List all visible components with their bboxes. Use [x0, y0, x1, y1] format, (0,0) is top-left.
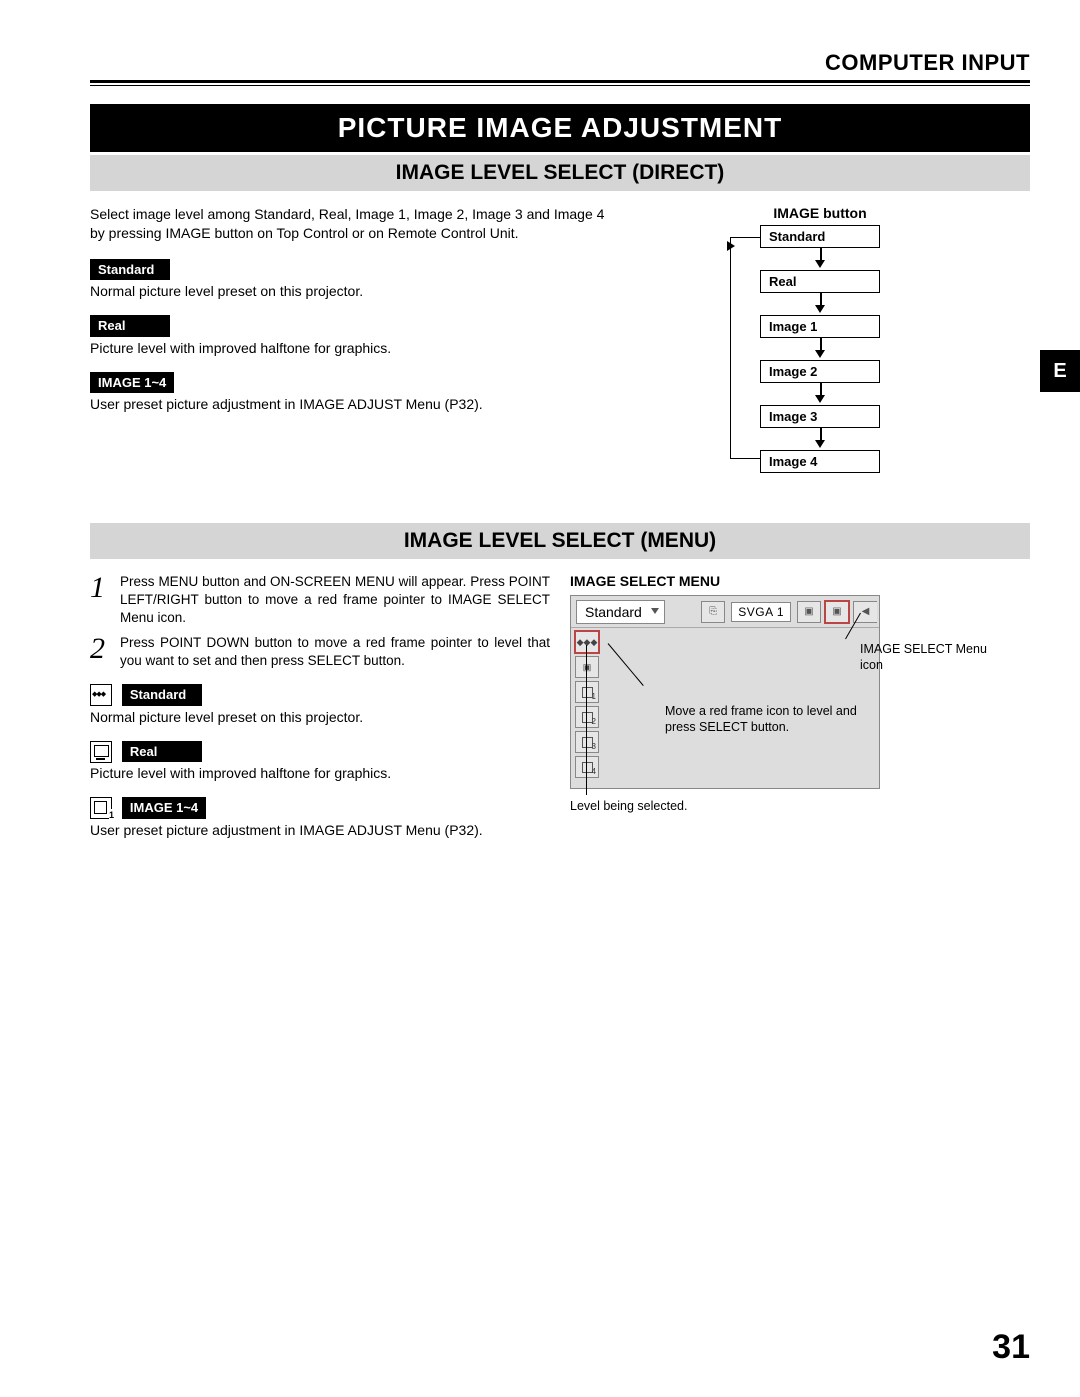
- flow-box-image2: Image 2: [760, 360, 880, 383]
- callout-level: Level being selected.: [570, 798, 770, 814]
- side-icon-image3: 3: [575, 731, 599, 753]
- flow-title: IMAGE button: [610, 205, 1030, 221]
- direct-item-desc-real: Picture level with improved halftone for…: [90, 339, 610, 358]
- standard-icon: [90, 684, 112, 706]
- direct-item-label-standard: Standard: [90, 259, 170, 281]
- step-number-2: 2: [90, 634, 120, 670]
- section-title: PICTURE IMAGE ADJUSTMENT: [90, 104, 1030, 152]
- page-number: 31: [992, 1328, 1030, 1367]
- flow-box-real: Real: [760, 270, 880, 293]
- signal-display: SVGA 1: [731, 602, 791, 622]
- input-icon: ⎘: [701, 601, 725, 623]
- flow-box-standard: Standard: [760, 225, 880, 248]
- pc-adjust-icon: ▣: [797, 601, 821, 623]
- side-tab: E: [1040, 350, 1080, 392]
- subsection-menu-title: IMAGE LEVEL SELECT (MENU): [90, 523, 1030, 559]
- direct-item-label-real: Real: [90, 315, 170, 337]
- side-icon-image1: 1: [575, 681, 599, 703]
- step-number-1: 1: [90, 573, 120, 628]
- menu-mode-display: Standard: [576, 600, 665, 624]
- image-select-icon: ▣: [825, 601, 849, 623]
- menu-item-label-real: Real: [122, 741, 202, 763]
- flow-diagram: Standard Real Image 1 Image 2 Image 3 Im…: [760, 225, 880, 473]
- direct-item-desc-standard: Normal picture level preset on this proj…: [90, 282, 610, 301]
- menu-item-desc-image14: User preset picture adjustment in IMAGE …: [90, 821, 560, 840]
- callout-move: Move a red frame icon to level and press…: [665, 703, 875, 736]
- direct-intro: Select image level among Standard, Real,…: [90, 205, 610, 243]
- flow-box-image1: Image 1: [760, 315, 880, 338]
- step-text-1: Press MENU button and ON-SCREEN MENU wil…: [120, 573, 560, 628]
- menu-screenshot: Standard ⎘ SVGA 1 ▣ ▣ ◀ ◆◆◆ ▣ 1 2: [570, 595, 880, 789]
- side-icon-standard: ◆◆◆: [575, 631, 599, 653]
- menu-shot-title: IMAGE SELECT MENU: [570, 573, 1030, 589]
- real-icon: [90, 741, 112, 763]
- direct-item-desc-image14: User preset picture adjustment in IMAGE …: [90, 395, 610, 414]
- menu-item-label-standard: Standard: [122, 684, 202, 706]
- menu-item-desc-real: Picture level with improved halftone for…: [90, 764, 560, 783]
- header-rule: [90, 85, 1030, 86]
- menu-item-label-image14: IMAGE 1~4: [122, 797, 206, 819]
- subsection-direct-title: IMAGE LEVEL SELECT (DIRECT): [90, 155, 1030, 191]
- flow-box-image3: Image 3: [760, 405, 880, 428]
- flow-box-image4: Image 4: [760, 450, 880, 473]
- page-header: COMPUTER INPUT: [90, 50, 1030, 83]
- direct-item-label-image14: IMAGE 1~4: [90, 372, 174, 394]
- step-text-2: Press POINT DOWN button to move a red fr…: [120, 634, 560, 670]
- side-icon-image2: 2: [575, 706, 599, 728]
- side-icon-real: ▣: [575, 656, 599, 678]
- callout-icon: IMAGE SELECT Menu icon: [860, 641, 990, 674]
- image14-icon: 1: [90, 797, 112, 819]
- menu-item-desc-standard: Normal picture level preset on this proj…: [90, 708, 560, 727]
- side-icon-image4: 4: [575, 756, 599, 778]
